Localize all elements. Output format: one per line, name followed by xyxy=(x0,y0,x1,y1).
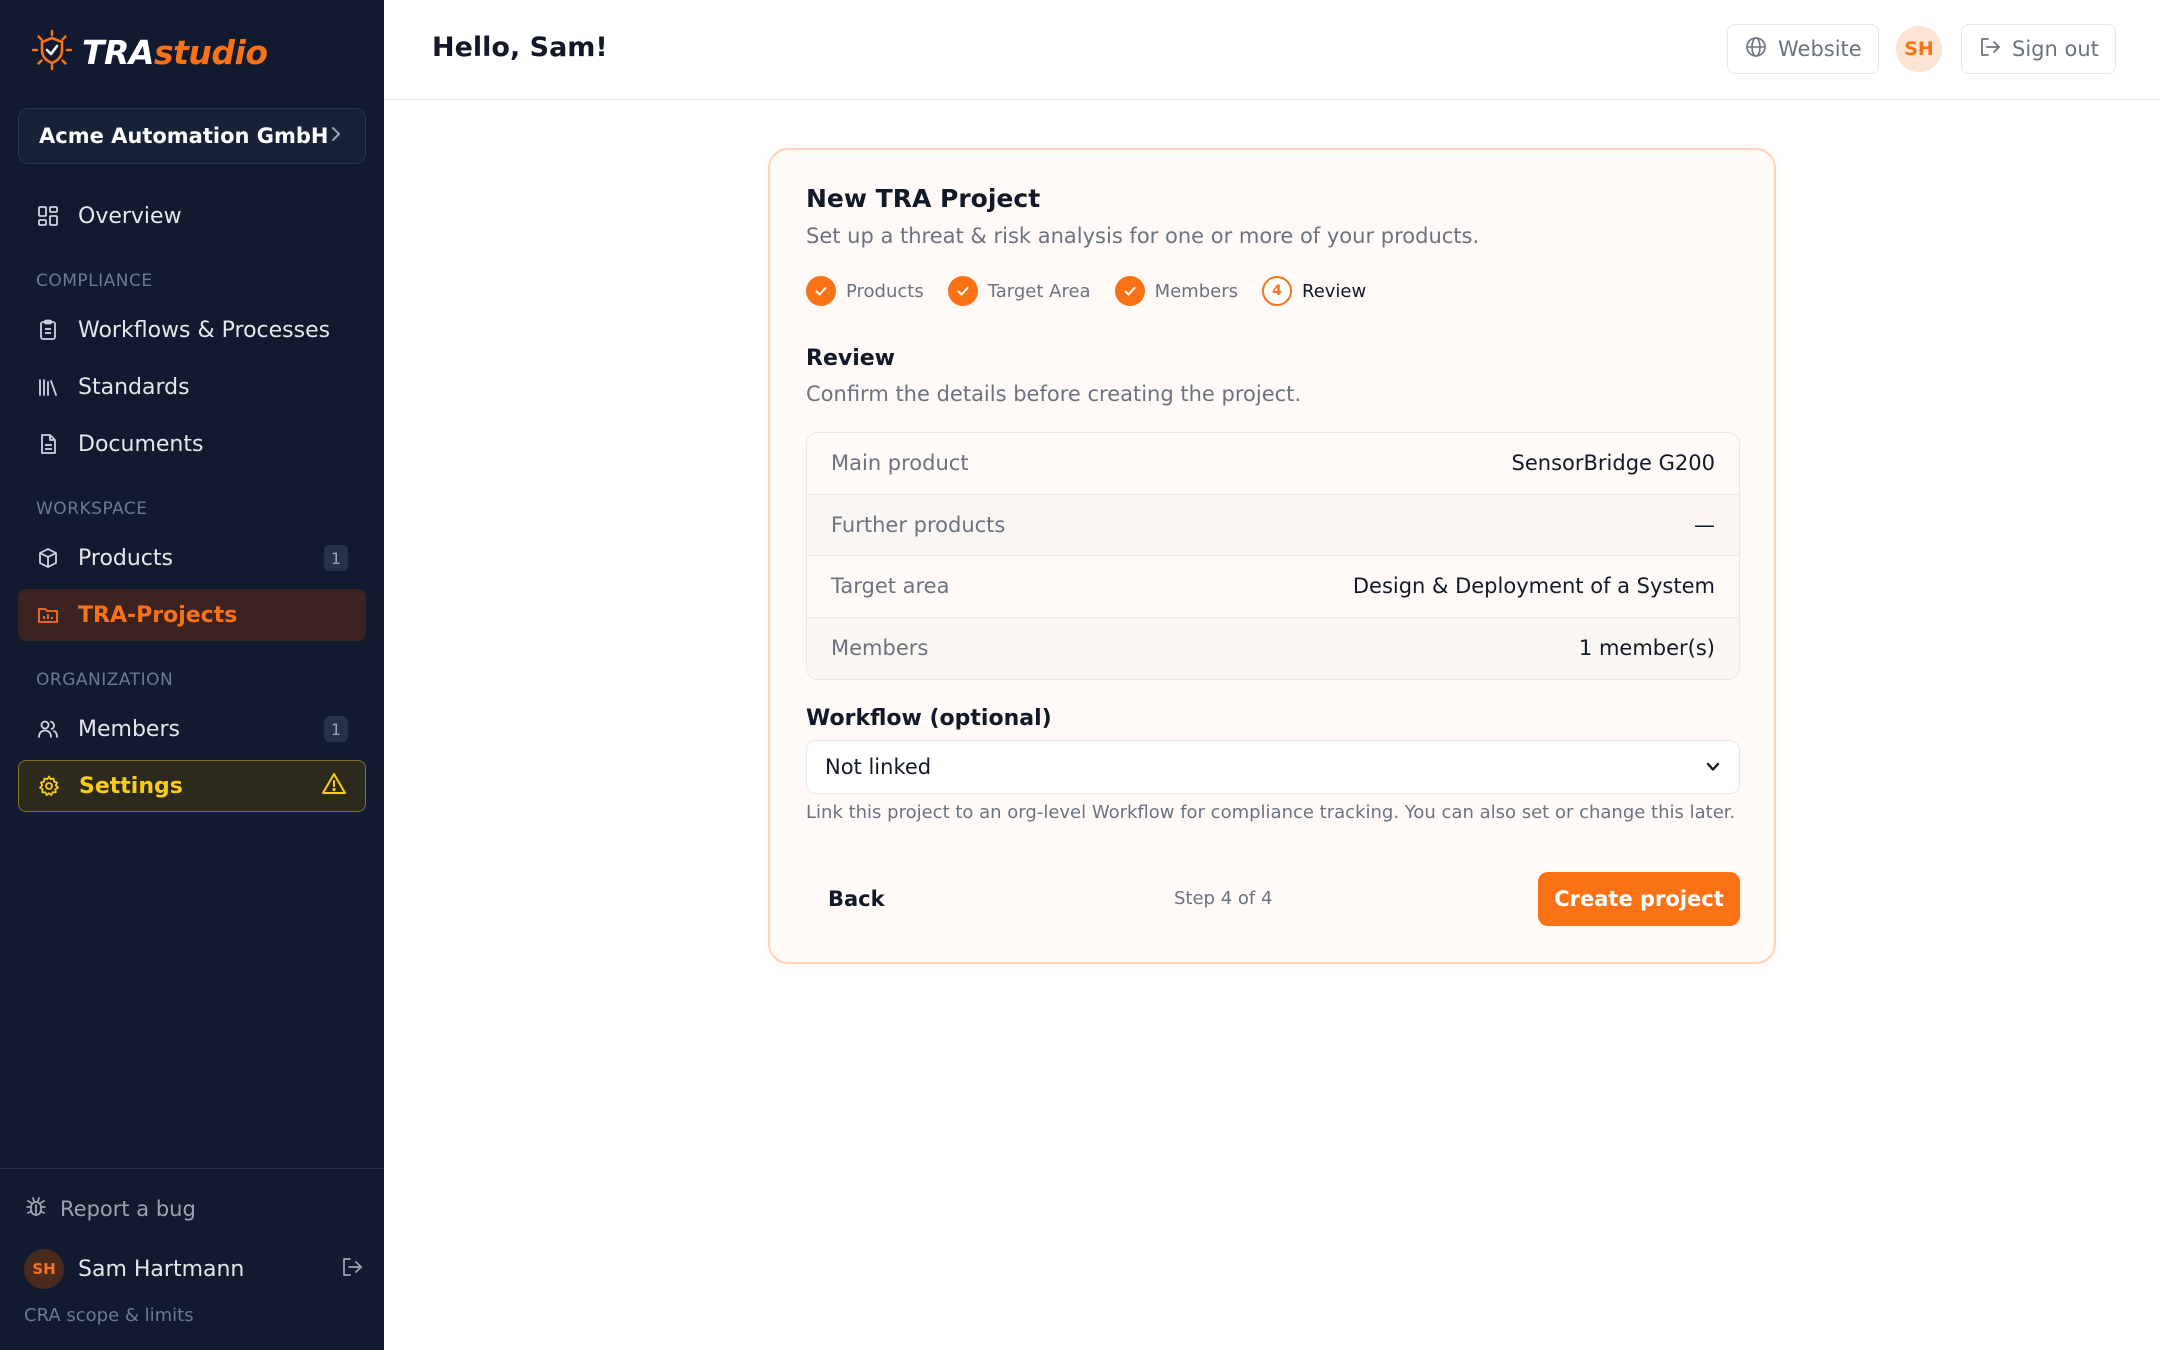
create-project-button[interactable]: Create project xyxy=(1538,872,1740,926)
library-icon xyxy=(36,375,60,399)
dashboard-grid-icon xyxy=(36,204,60,228)
package-icon xyxy=(36,546,60,570)
clipboard-list-icon xyxy=(36,318,60,342)
sidebar-item-label: TRA-Projects xyxy=(78,602,238,628)
sidebar-item-label: Standards xyxy=(78,374,190,400)
workflow-help-text: Link this project to an org-level Workfl… xyxy=(806,802,1736,823)
folder-chart-icon xyxy=(36,603,60,627)
summary-row-target-area: Target area Design & Deployment of a Sys… xyxy=(807,556,1739,618)
summary-row-further-products: Further products — xyxy=(807,494,1739,556)
workflow-select[interactable]: Not linked xyxy=(806,740,1740,794)
step-counter: Step 4 of 4 xyxy=(1174,888,1273,909)
summary-key: Target area xyxy=(831,574,950,599)
step-label: Target Area xyxy=(987,280,1091,302)
sidebar-item-label: Workflows & Processes xyxy=(78,317,331,343)
warning-icon xyxy=(321,772,347,800)
step-label: Products xyxy=(846,280,924,302)
logout-icon[interactable] xyxy=(340,1255,364,1283)
step-members[interactable]: Members xyxy=(1114,276,1238,306)
check-icon xyxy=(947,276,978,306)
org-name: Acme Automation GmbH xyxy=(39,124,329,148)
top-header: Hello, Sam! Website SH Sign out xyxy=(384,0,2160,100)
cra-scope-link[interactable]: CRA scope & limits xyxy=(24,1305,194,1326)
wizard-stepper: Products Target Area Members 4 Review xyxy=(806,276,1366,306)
summary-key: Further products xyxy=(831,512,1006,537)
brand-name-tra: TRA xyxy=(82,32,154,72)
summary-row-main-product: Main product SensorBridge G200 xyxy=(807,433,1739,495)
avatar: SH xyxy=(24,1249,64,1289)
check-icon xyxy=(806,276,836,306)
section-label-organization: ORGANIZATION xyxy=(36,670,174,690)
bug-icon xyxy=(24,1195,48,1223)
step-number: 4 xyxy=(1262,276,1292,306)
wizard-subtitle: Set up a threat & risk analysis for one … xyxy=(806,224,1480,248)
page-greeting: Hello, Sam! xyxy=(432,32,608,63)
workflow-selected-value: Not linked xyxy=(825,755,932,779)
report-bug-label: Report a bug xyxy=(60,1197,196,1221)
user-name: Sam Hartmann xyxy=(78,1256,245,1282)
chevron-down-icon xyxy=(1705,758,1721,777)
gear-icon xyxy=(37,774,61,798)
products-count-badge: 1 xyxy=(324,545,348,571)
globe-icon xyxy=(1744,35,1768,64)
section-label-compliance: COMPLIANCE xyxy=(36,271,153,291)
document-icon xyxy=(36,432,60,456)
workflow-label: Workflow (optional) xyxy=(806,706,1052,731)
back-button[interactable]: Back xyxy=(806,872,907,926)
brand-logo[interactable]: TRAstudio xyxy=(30,28,268,76)
check-icon xyxy=(1114,276,1145,306)
sidebar-item-workflows[interactable]: Workflows & Processes xyxy=(18,304,366,356)
sidebar-footer: Report a bug SH Sam Hartmann CRA scope &… xyxy=(0,1168,384,1350)
sidebar-item-documents[interactable]: Documents xyxy=(18,418,366,470)
sidebar-item-overview[interactable]: Overview xyxy=(18,190,366,242)
current-user: SH Sam Hartmann xyxy=(24,1249,364,1289)
sidebar-item-label: Documents xyxy=(78,431,204,457)
summary-value: 1 member(s) xyxy=(1578,636,1715,661)
summary-key: Members xyxy=(831,636,929,661)
step-products[interactable]: Products xyxy=(806,276,924,306)
sign-out-button[interactable]: Sign out xyxy=(1961,24,2116,74)
sign-out-label: Sign out xyxy=(2012,37,2099,61)
step-review: 4 Review xyxy=(1262,276,1366,306)
chevron-right-icon xyxy=(329,125,343,147)
summary-key: Main product xyxy=(831,451,969,476)
sidebar-item-standards[interactable]: Standards xyxy=(18,361,366,413)
new-project-wizard: New TRA Project Set up a threat & risk a… xyxy=(768,148,1776,964)
shield-gear-icon xyxy=(30,28,74,76)
sidebar-item-members[interactable]: Members 1 xyxy=(18,703,366,755)
review-heading: Review xyxy=(806,346,895,371)
review-summary-table: Main product SensorBridge G200 Further p… xyxy=(806,432,1740,680)
section-label-workspace: WORKSPACE xyxy=(36,499,148,519)
wizard-title: New TRA Project xyxy=(806,184,1041,213)
avatar[interactable]: SH xyxy=(1896,26,1942,72)
step-label: Review xyxy=(1302,280,1367,302)
summary-row-members: Members 1 member(s) xyxy=(807,617,1739,679)
brand-name-studio: studio xyxy=(153,32,268,72)
review-description: Confirm the details before creating the … xyxy=(806,382,1302,406)
summary-value: SensorBridge G200 xyxy=(1511,451,1715,476)
users-icon xyxy=(36,717,60,741)
step-target-area[interactable]: Target Area xyxy=(947,276,1091,306)
step-label: Members xyxy=(1154,280,1238,302)
sidebar-item-label: Members xyxy=(78,716,180,742)
report-bug-link[interactable]: Report a bug xyxy=(24,1195,196,1223)
brand-name: TRAstudio xyxy=(82,32,268,72)
website-button[interactable]: Website xyxy=(1727,24,1879,74)
sidebar: TRAstudio Acme Automation GmbH Overview … xyxy=(0,0,384,1350)
sidebar-item-tra-projects[interactable]: TRA-Projects xyxy=(18,589,366,641)
sidebar-item-products[interactable]: Products 1 xyxy=(18,532,366,584)
summary-value: Design & Deployment of a System xyxy=(1352,574,1715,599)
sidebar-item-label: Overview xyxy=(78,203,182,229)
website-label: Website xyxy=(1778,37,1862,61)
org-switcher[interactable]: Acme Automation GmbH xyxy=(18,108,366,164)
summary-value: — xyxy=(1694,512,1715,537)
sidebar-item-label: Settings xyxy=(79,773,183,799)
sidebar-item-label: Products xyxy=(78,545,173,571)
sign-out-icon xyxy=(1978,35,2002,64)
members-count-badge: 1 xyxy=(324,716,348,742)
sidebar-item-settings[interactable]: Settings xyxy=(18,760,366,812)
